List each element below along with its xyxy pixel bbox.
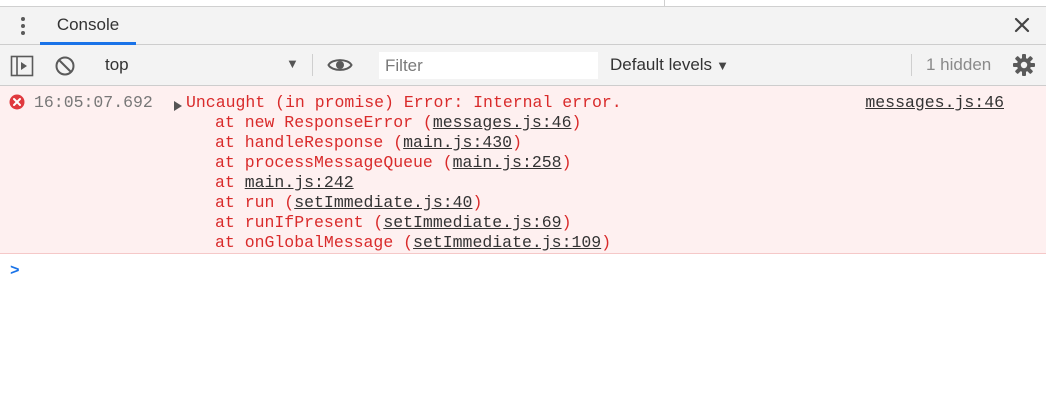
stack-frame-link[interactable]: main.js:258 xyxy=(453,153,562,172)
toolbar-divider xyxy=(911,54,912,76)
tab-console[interactable]: Console xyxy=(40,7,136,45)
stack-frame-text: at run ( xyxy=(215,193,295,212)
close-icon[interactable] xyxy=(1010,13,1034,37)
source-link[interactable]: messages.js:46 xyxy=(865,93,1004,112)
stack-frame: at processMessageQueue (main.js:258) xyxy=(215,153,611,173)
stack-frame-link[interactable]: setImmediate.js:109 xyxy=(413,233,601,252)
log-levels-label: Default levels xyxy=(610,55,713,74)
tab-console-label: Console xyxy=(56,15,120,34)
stack-frame-link[interactable]: messages.js:46 xyxy=(433,113,572,132)
stack-frame: at main.js:242 xyxy=(215,173,611,193)
stack-frame-close: ) xyxy=(472,193,483,212)
top-strip xyxy=(0,0,1046,7)
error-icon xyxy=(9,94,25,115)
filter-input[interactable] xyxy=(379,52,598,79)
stack-frame: at handleResponse (main.js:430) xyxy=(215,133,611,153)
stack-frame-text: at onGlobalMessage ( xyxy=(215,233,414,252)
console-prompt[interactable]: > xyxy=(10,262,1040,282)
stack-trace: at new ResponseError (messages.js:46) at… xyxy=(215,113,611,253)
top-strip-divider xyxy=(664,0,665,6)
stack-frame-text: at new ResponseError ( xyxy=(215,113,433,132)
console-error-message: 16:05:07.692 Uncaught (in promise) Error… xyxy=(0,86,1046,254)
stack-frame: at onGlobalMessage (setImmediate.js:109) xyxy=(215,233,611,253)
stack-frame-close: ) xyxy=(601,233,612,252)
toolbar-divider xyxy=(312,54,313,76)
more-vert-icon[interactable] xyxy=(16,17,30,37)
stack-frame-link[interactable]: main.js:242 xyxy=(245,173,354,192)
stack-frame: at runIfPresent (setImmediate.js:69) xyxy=(215,213,611,233)
stack-frame-text: at runIfPresent ( xyxy=(215,213,384,232)
context-selector[interactable]: top xyxy=(105,55,129,75)
eye-icon[interactable] xyxy=(327,56,353,79)
stack-frame-link[interactable]: main.js:430 xyxy=(403,133,512,152)
stack-frame-close: ) xyxy=(512,133,522,152)
stack-frame-text: at handleResponse ( xyxy=(215,133,404,152)
error-message-text[interactable]: Uncaught (in promise) Error: Internal er… xyxy=(186,93,622,112)
stack-frame-text: at processMessageQueue ( xyxy=(215,153,453,172)
log-levels-dropdown[interactable]: Default levels ▼ xyxy=(610,55,729,75)
stack-frame-link[interactable]: setImmediate.js:40 xyxy=(294,193,472,212)
hidden-messages-count[interactable]: 1 hidden xyxy=(926,55,991,75)
stack-frame-close: ) xyxy=(561,153,572,172)
stack-frame-text: at xyxy=(215,173,245,192)
console-toolbar: top ▼ Default levels▼ 1 hidden xyxy=(0,45,1046,86)
gear-icon[interactable] xyxy=(1012,53,1036,82)
stack-frame-close: ) xyxy=(571,113,582,132)
chevron-down-icon: ▼ xyxy=(716,58,729,73)
stack-frame: at run (setImmediate.js:40) xyxy=(215,193,611,213)
tab-bar: Console xyxy=(0,7,1046,45)
sidebar-toggle-icon[interactable] xyxy=(10,55,34,82)
context-dropdown-arrow-icon[interactable]: ▼ xyxy=(286,56,299,71)
message-timestamp: 16:05:07.692 xyxy=(34,93,153,112)
stack-frame-link[interactable]: setImmediate.js:69 xyxy=(383,213,561,232)
stack-frame-close: ) xyxy=(561,213,572,232)
stack-frame: at new ResponseError (messages.js:46) xyxy=(215,113,611,133)
expand-triangle-icon[interactable] xyxy=(174,97,182,116)
clear-console-icon[interactable] xyxy=(54,55,76,82)
prompt-chevron-icon: > xyxy=(10,262,20,280)
